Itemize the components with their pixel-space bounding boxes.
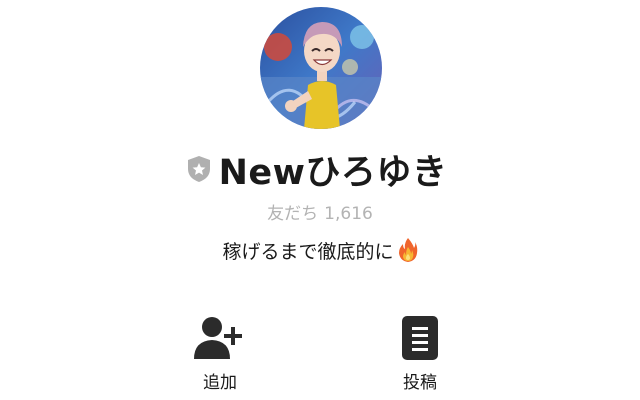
profile-avatar[interactable] — [260, 7, 382, 129]
posts-label: 投稿 — [403, 373, 437, 393]
add-friend-label: 追加 — [203, 373, 237, 393]
avatar-image — [260, 7, 382, 129]
add-friend-button[interactable]: 追加 — [160, 314, 280, 393]
add-friend-icon — [194, 317, 242, 359]
friends-label: 友だち — [267, 204, 319, 224]
status-message: 稼げるまで徹底的に — [222, 240, 394, 263]
profile-name: Newひろゆき — [218, 152, 448, 193]
shield-star-icon — [187, 155, 211, 183]
fire-icon — [398, 237, 418, 263]
profile-page: Newひろゆき 友だち 1,616 稼げるまで徹底的に 追加 投稿 — [0, 0, 640, 400]
profile-name-row: Newひろゆき — [0, 146, 640, 193]
status-message-row: 稼げるまで徹底的に — [0, 235, 640, 265]
friends-count: 1,616 — [324, 204, 373, 224]
posts-button[interactable]: 投稿 — [360, 314, 480, 393]
friends-count-row: 友だち 1,616 — [0, 199, 640, 224]
posts-icon — [402, 316, 438, 360]
